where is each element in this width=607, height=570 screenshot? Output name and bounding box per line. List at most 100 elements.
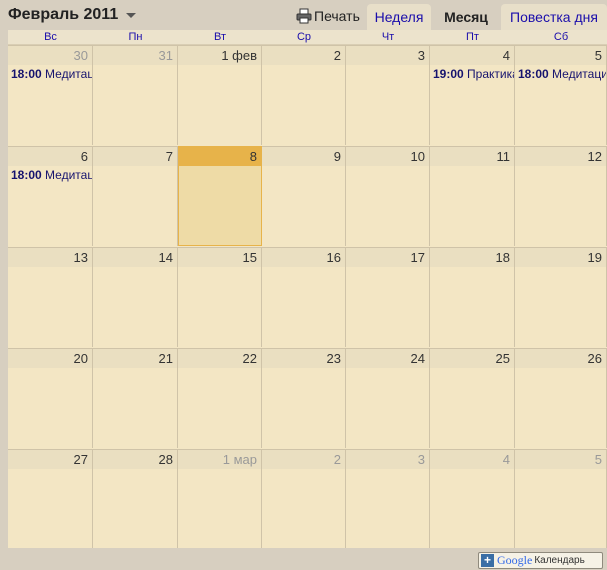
plus-icon: + [481,554,494,567]
day-number[interactable]: 4 [430,46,514,65]
google-logo: Google [497,553,533,567]
day-number[interactable]: 5 [515,46,606,65]
day-number[interactable]: 1 мар [178,450,261,469]
day-cell[interactable]: 1 фев [178,45,262,145]
day-cell[interactable]: 23 [262,348,346,448]
day-number[interactable]: 20 [8,349,92,368]
day-number[interactable]: 31 [93,46,177,65]
day-cell[interactable]: 21 [93,348,178,448]
day-cell[interactable]: 5 18:00 Медитация [515,45,607,145]
day-number[interactable]: 9 [262,147,345,166]
day-number[interactable]: 8 [179,147,261,166]
week-row: 13 14 15 16 17 18 19 [8,247,607,347]
event-chip[interactable]: 19:00 Практика [433,67,514,81]
day-number[interactable]: 16 [262,248,345,267]
event-chip[interactable]: 18:00 Медитация [11,168,92,182]
day-number[interactable]: 21 [93,349,177,368]
day-cell[interactable]: 3 [346,449,430,549]
print-button[interactable]: Печать [296,6,360,26]
day-cell[interactable]: 14 [93,247,178,347]
event-time: 18:00 [518,67,549,81]
google-calendar-label: Календарь [534,555,585,566]
day-cell[interactable]: 3 [346,45,430,145]
day-number[interactable]: 2 [262,450,345,469]
day-cell[interactable]: 28 [93,449,178,549]
event-chip[interactable]: 18:00 Медитация [11,67,92,81]
weekday-label: Вс [44,31,57,43]
day-cell[interactable]: 17 [346,247,430,347]
calendar-toolbar: Февраль 2011 Печать Неделя Месяц Повестк… [0,0,607,104]
day-cell[interactable]: 18 [430,247,515,347]
day-cell[interactable]: 20 [8,348,93,448]
week-row: 3018:00 Медитация311 фев23419:00 Практик… [8,45,607,145]
day-number[interactable]: 11 [430,147,514,166]
day-number[interactable]: 10 [346,147,429,166]
day-cell[interactable]: 1 мар [178,449,262,549]
tab-agenda[interactable]: Повестка дня [501,4,607,30]
tab-month[interactable]: Месяц [435,4,497,30]
day-number[interactable]: 22 [178,349,261,368]
day-number[interactable]: 2 [262,46,345,65]
day-cell[interactable]: 31 [93,45,178,145]
day-cell[interactable]: 2 [262,449,346,549]
day-number[interactable]: 7 [93,147,177,166]
day-cell[interactable]: 11 [430,146,515,246]
day-cell[interactable]: 7 [93,146,178,246]
day-cell[interactable]: 30 18:00 Медитация [8,45,93,145]
day-number[interactable]: 14 [93,248,177,267]
day-number[interactable]: 26 [515,349,606,368]
weekday-header-row: Вс Пн Вт Ср Чт Пт Сб [8,30,607,45]
day-number[interactable]: 28 [93,450,177,469]
weekday-label: Вт [213,31,226,43]
day-cell[interactable]: 13 [8,247,93,347]
day-cell[interactable]: 12 [515,146,607,246]
day-cell[interactable]: 9 [262,146,346,246]
day-number[interactable]: 15 [178,248,261,267]
print-label: Печать [314,8,360,24]
day-number[interactable]: 3 [346,450,429,469]
day-cell[interactable]: 22 [178,348,262,448]
add-to-google-calendar-button[interactable]: + Google Календарь [478,552,603,569]
day-number[interactable]: 5 [515,450,606,469]
day-number[interactable]: 25 [430,349,514,368]
day-number[interactable]: 3 [346,46,429,65]
day-cell-today[interactable]: 8 [178,146,262,246]
day-number[interactable]: 1 фев [178,46,261,65]
weekday-label: Сб [553,31,569,43]
day-number[interactable]: 13 [8,248,92,267]
weekday-label: Пн [128,31,143,43]
day-cell[interactable]: 19 [515,247,607,347]
day-number[interactable]: 17 [346,248,429,267]
day-number[interactable]: 24 [346,349,429,368]
month-grid: ВсПнВтСрЧтПтСб 3018:00 Медитация311 фев2… [8,30,607,549]
day-cell[interactable]: 25 [430,348,515,448]
day-cell[interactable]: 6 18:00 Медитация [8,146,93,246]
week-row: 6 18:00 Медитация789101112 [8,146,607,246]
day-cell[interactable]: 26 [515,348,607,448]
day-cell[interactable]: 27 [8,449,93,549]
day-number[interactable]: 18 [430,248,514,267]
chevron-down-icon[interactable] [124,8,138,22]
day-cell[interactable]: 2 [262,45,346,145]
day-cell[interactable]: 16 [262,247,346,347]
month-title: Февраль 2011 [8,6,119,23]
day-cell[interactable]: 4 19:00 Практика [430,45,515,145]
event-title: Медитация [552,67,606,81]
day-cell[interactable]: 4 [430,449,515,549]
day-cell[interactable]: 5 [515,449,607,549]
day-number[interactable]: 19 [515,248,606,267]
day-number[interactable]: 6 [8,147,92,166]
day-cell[interactable]: 15 [178,247,262,347]
day-number[interactable]: 30 [8,46,92,65]
weekday-label: Пт [466,31,479,43]
day-number[interactable]: 12 [515,147,606,166]
event-time: 18:00 [11,168,42,182]
week-row: 27 28 1 мар 2 3 4 5 [8,449,607,549]
day-number[interactable]: 27 [8,450,92,469]
day-number[interactable]: 23 [262,349,345,368]
weekday-label: Чт [381,31,395,43]
event-chip[interactable]: 18:00 Медитация [518,67,606,81]
day-cell[interactable]: 10 [346,146,430,246]
day-cell[interactable]: 24 [346,348,430,448]
day-number[interactable]: 4 [430,450,514,469]
